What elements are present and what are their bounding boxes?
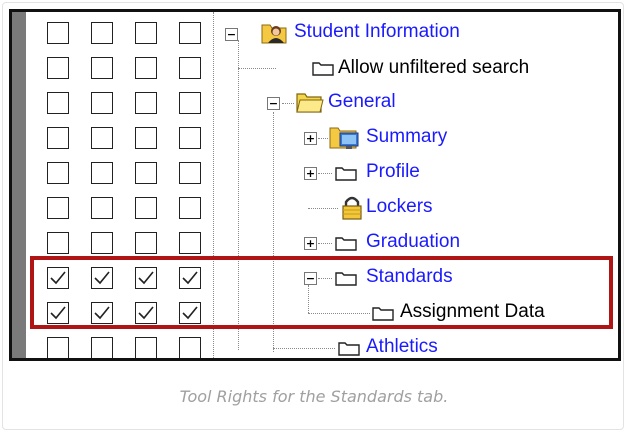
add-checkbox[interactable]	[135, 232, 157, 254]
delete-checkbox[interactable]	[179, 337, 201, 358]
tree-node-label[interactable]: Profile	[366, 161, 420, 183]
add-checkbox[interactable]	[135, 57, 157, 79]
write-checkbox[interactable]	[91, 127, 113, 149]
tree-node-label[interactable]: Allow unfiltered search	[338, 57, 529, 79]
read-checkbox[interactable]	[47, 337, 69, 358]
left-scroll-bar	[12, 12, 26, 358]
tool-page-icon	[335, 167, 357, 181]
read-checkbox[interactable]	[47, 127, 69, 149]
summary-icon	[329, 127, 359, 149]
tool-rights-screenshot: − − + + + − Student Information Allow un…	[9, 9, 621, 361]
add-checkbox[interactable]	[135, 22, 157, 44]
add-checkbox[interactable]	[135, 92, 157, 114]
write-checkbox[interactable]	[91, 92, 113, 114]
tool-page-icon	[338, 342, 360, 356]
add-checkbox[interactable]	[135, 197, 157, 219]
lock-icon	[342, 196, 362, 220]
read-checkbox[interactable]	[47, 162, 69, 184]
add-checkbox[interactable]	[135, 337, 157, 358]
read-checkbox[interactable]	[47, 232, 69, 254]
tree-connector	[238, 68, 276, 69]
add-checkbox[interactable]	[135, 127, 157, 149]
collapse-toggle[interactable]: −	[267, 97, 280, 110]
expand-toggle[interactable]: +	[304, 167, 317, 180]
write-checkbox[interactable]	[91, 22, 113, 44]
tree-node-label[interactable]: Graduation	[366, 231, 460, 253]
tree-connector	[318, 243, 332, 244]
delete-checkbox[interactable]	[179, 22, 201, 44]
folder-icon	[296, 93, 324, 113]
tree-connector	[318, 173, 332, 174]
tree-node-label[interactable]: Student Information	[294, 21, 460, 43]
expand-toggle[interactable]: +	[304, 237, 317, 250]
read-checkbox[interactable]	[47, 22, 69, 44]
write-checkbox[interactable]	[91, 197, 113, 219]
tree-node-label[interactable]: Summary	[366, 126, 447, 148]
expand-toggle[interactable]: +	[304, 132, 317, 145]
figure-caption: Tool Rights for the Standards tab.	[179, 387, 449, 406]
delete-checkbox[interactable]	[179, 232, 201, 254]
read-checkbox[interactable]	[47, 57, 69, 79]
write-checkbox[interactable]	[91, 57, 113, 79]
write-checkbox[interactable]	[91, 337, 113, 358]
tree-connector	[318, 138, 328, 139]
tree-node-label[interactable]: Athletics	[366, 336, 438, 358]
delete-checkbox[interactable]	[179, 127, 201, 149]
standards-highlight-box	[30, 256, 613, 329]
student-information-icon	[261, 24, 287, 44]
figure-card: − − + + + − Student Information Allow un…	[2, 2, 624, 430]
tool-page-icon	[312, 62, 334, 76]
delete-checkbox[interactable]	[179, 57, 201, 79]
read-checkbox[interactable]	[47, 197, 69, 219]
tree-connector	[273, 348, 335, 349]
delete-checkbox[interactable]	[179, 197, 201, 219]
write-checkbox[interactable]	[91, 162, 113, 184]
tree-node-label[interactable]: General	[328, 91, 396, 113]
collapse-toggle[interactable]: −	[225, 28, 238, 41]
tree-connector	[282, 103, 294, 104]
delete-checkbox[interactable]	[179, 92, 201, 114]
write-checkbox[interactable]	[91, 232, 113, 254]
tool-page-icon	[335, 237, 357, 251]
tree-connector	[308, 208, 338, 209]
add-checkbox[interactable]	[135, 162, 157, 184]
read-checkbox[interactable]	[47, 92, 69, 114]
delete-checkbox[interactable]	[179, 162, 201, 184]
tree-node-label[interactable]: Lockers	[366, 196, 433, 218]
